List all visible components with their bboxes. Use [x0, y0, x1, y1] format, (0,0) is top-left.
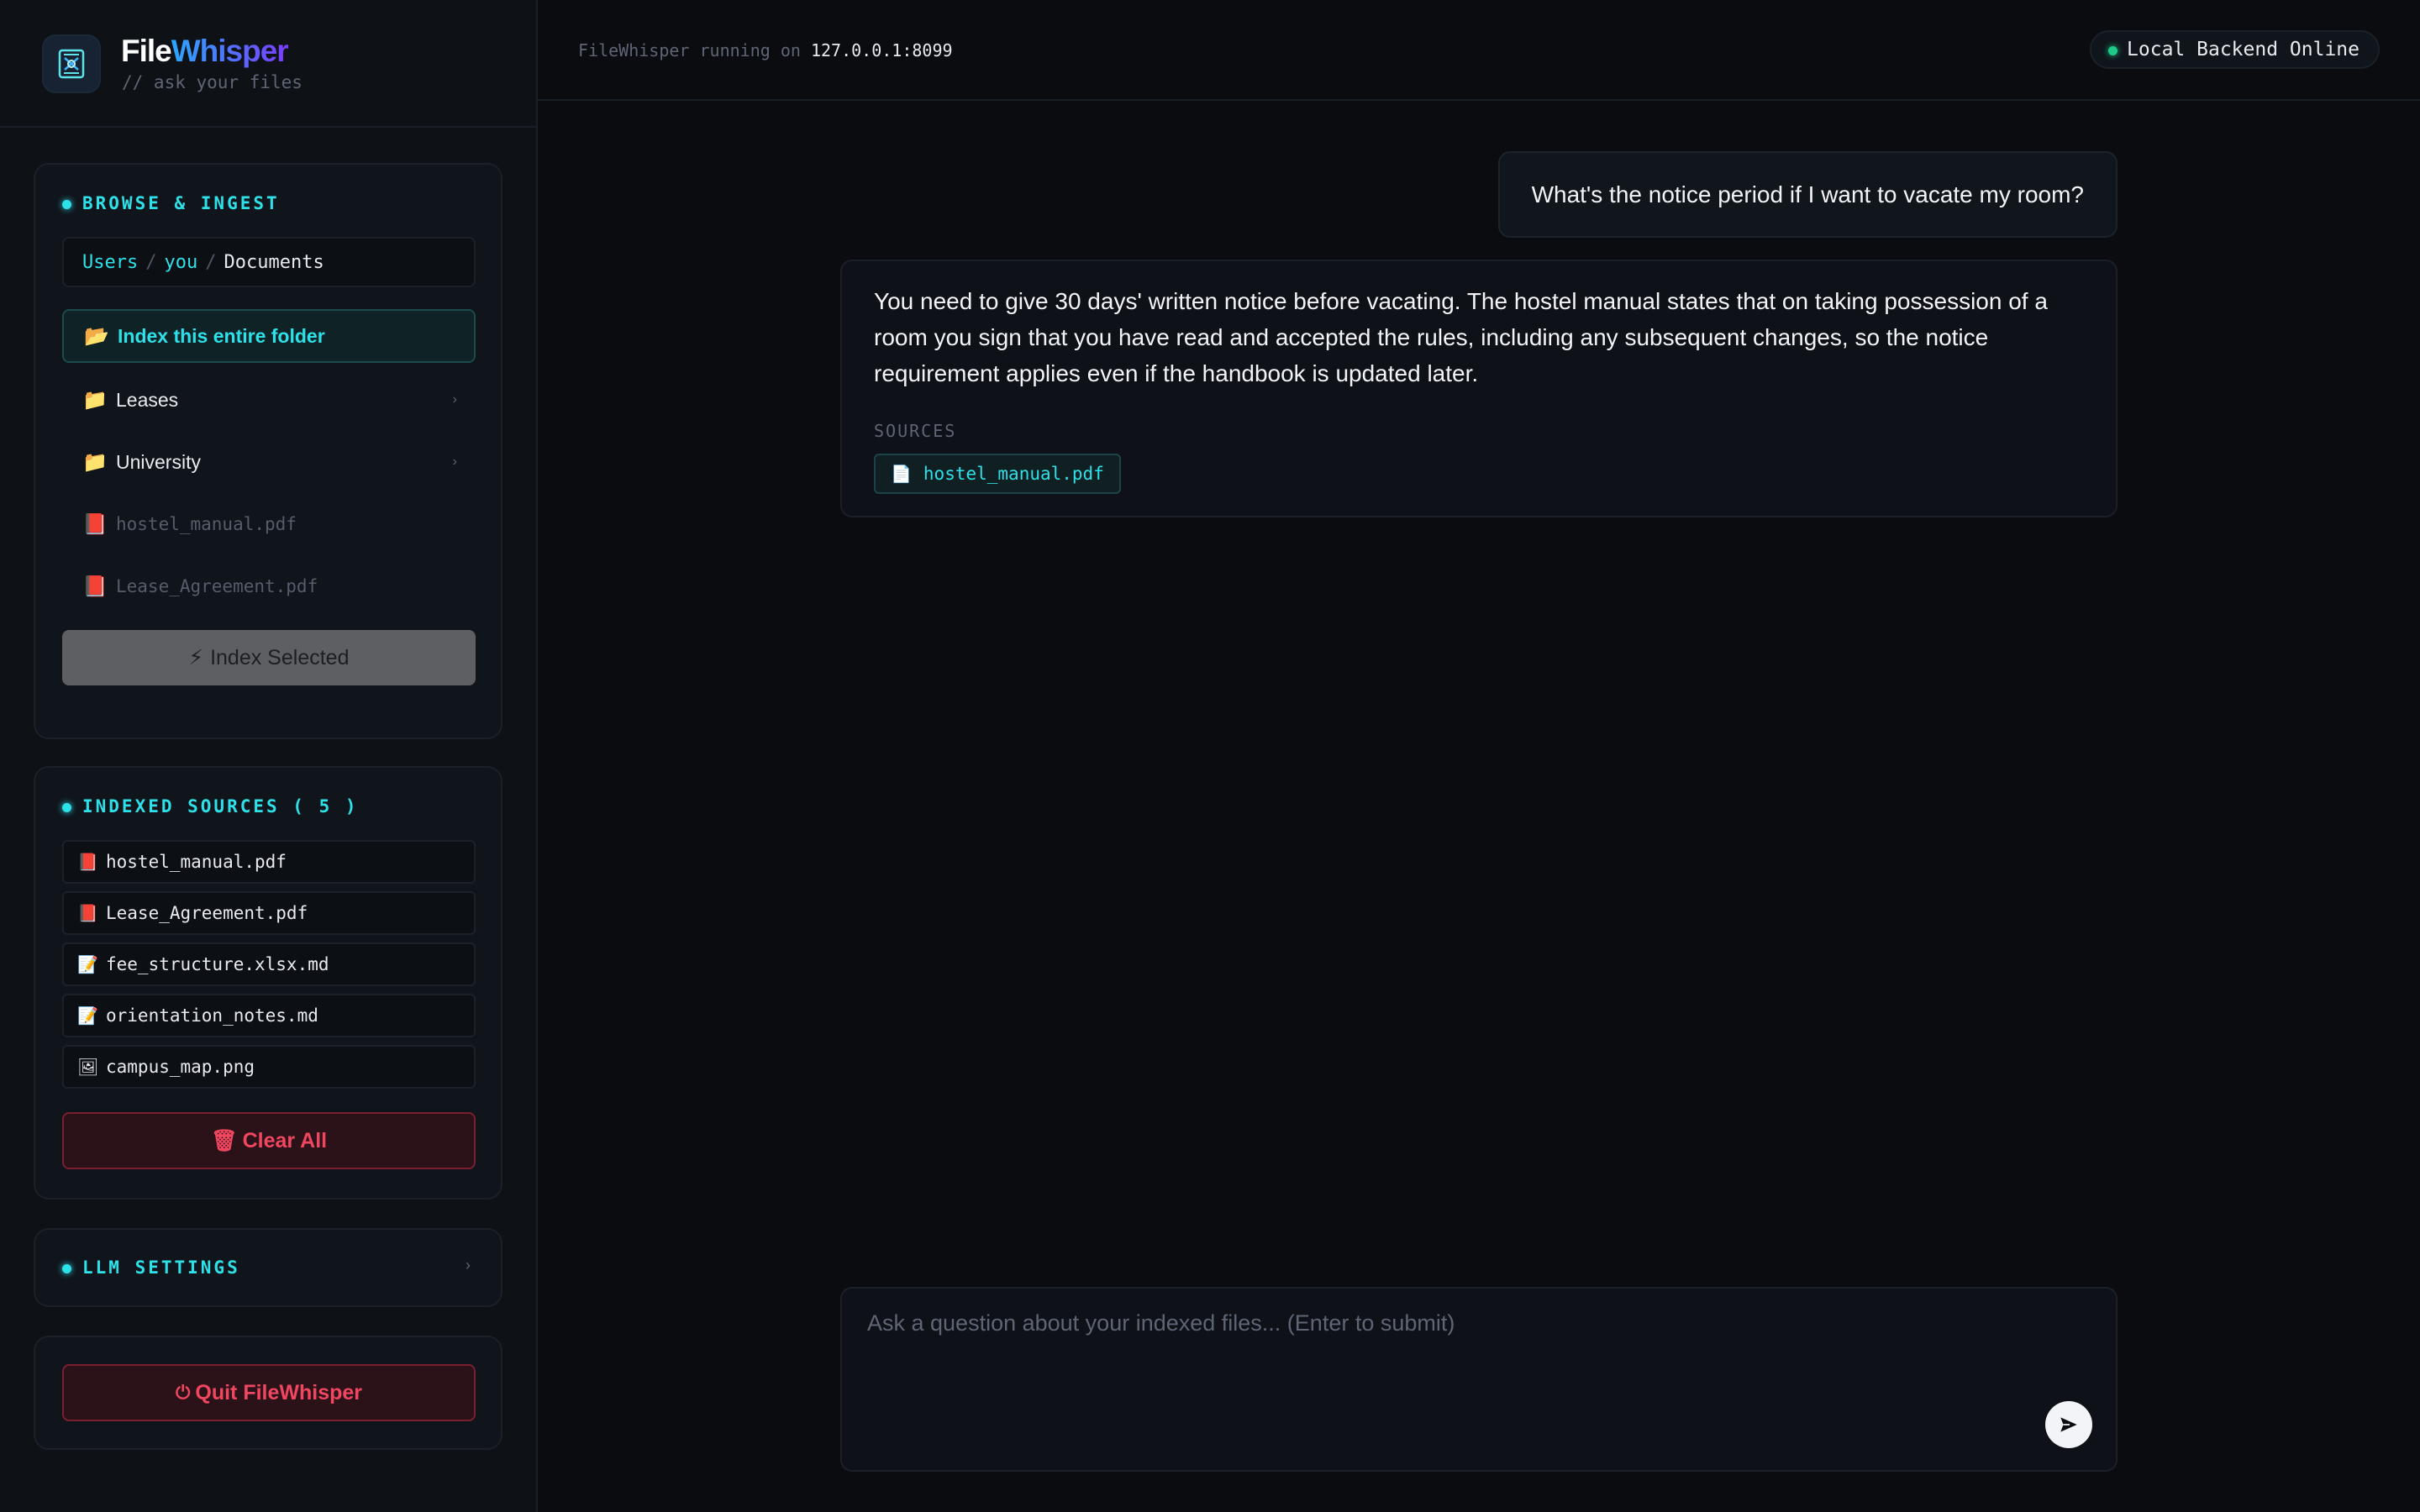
browse-ingest-title: BROWSE & INGEST [82, 193, 280, 213]
chevron-right-icon: › [452, 454, 457, 469]
indexed-sources-panel: INDEXED SOURCES ( 5 ) 📕 hostel_manual.pd… [34, 766, 502, 1200]
composer [840, 1287, 2118, 1472]
breadcrumb: Users / you / Documents [62, 237, 476, 287]
document-icon: 📄 [891, 464, 912, 484]
sources-label: SOURCES [874, 421, 957, 441]
folder-icon: 📁 [82, 388, 108, 412]
file-name: hostel_manual.pdf [116, 514, 297, 534]
pdf-book-icon: 📕 [77, 852, 98, 872]
question-input[interactable] [842, 1289, 2116, 1470]
section-dot-icon [62, 803, 71, 812]
status-dot-icon [2108, 46, 2118, 55]
chevron-right-icon: › [466, 1257, 471, 1273]
folder-name: Leases [116, 388, 179, 411]
user-message-text: What's the notice period if I want to va… [1531, 181, 2084, 207]
open-folder-icon: 📂 [84, 324, 109, 348]
backend-status-badge: Local Backend Online [2090, 30, 2380, 69]
server-info-prefix: FileWhisper running on [578, 40, 801, 60]
index-folder-button[interactable]: 📂 Index this entire folder [62, 309, 476, 363]
breadcrumb-you[interactable]: you [164, 252, 197, 273]
send-button[interactable] [2045, 1401, 2092, 1448]
breadcrumb-separator: / [205, 251, 217, 273]
backend-status-text: Local Backend Online [2127, 39, 2360, 60]
source-name: orientation_notes.md [106, 1005, 318, 1026]
breadcrumb-current: Documents [224, 251, 324, 273]
image-icon: 🖼 [77, 1057, 99, 1077]
pdf-book-icon: 📕 [77, 903, 98, 923]
quit-button[interactable]: ⏻ Quit FileWhisper [62, 1364, 476, 1421]
trash-icon: 🗑 [210, 1128, 238, 1152]
logo-icon [42, 34, 101, 93]
folder-item-university[interactable]: 📁 University › [62, 435, 476, 489]
llm-settings-title: LLM SETTINGS [82, 1257, 240, 1278]
pdf-book-icon: 📕 [82, 575, 108, 598]
file-item-lease-agreement[interactable]: 📕 Lease_Agreement.pdf [62, 559, 476, 613]
source-name: campus_map.png [106, 1057, 255, 1077]
server-info: FileWhisper running on 127.0.0.1:8099 [578, 40, 953, 60]
folder-name: University [116, 450, 201, 473]
app-tagline: // ask your files [122, 72, 302, 92]
source-chip[interactable]: 📄 hostel_manual.pdf [874, 454, 1121, 494]
section-dot-icon [62, 1264, 71, 1273]
section-dot-icon [62, 200, 71, 209]
user-message-bubble: What's the notice period if I want to va… [1497, 151, 2118, 238]
source-name: hostel_manual.pdf [106, 852, 287, 872]
index-selected-label: Index Selected [210, 645, 350, 669]
llm-settings-panel[interactable]: LLM SETTINGS › [34, 1228, 502, 1307]
source-name: Lease_Agreement.pdf [106, 903, 308, 923]
top-bar: FileWhisper running on 127.0.0.1:8099 Lo… [538, 0, 2420, 101]
server-address: 127.0.0.1:8099 [810, 40, 953, 60]
indexed-sources-title: INDEXED SOURCES ( 5 ) [82, 796, 359, 816]
send-icon [2060, 1417, 2077, 1432]
quit-panel: ⏻ Quit FileWhisper [34, 1336, 502, 1450]
indexed-source-item[interactable]: 📕 Lease_Agreement.pdf [62, 891, 476, 935]
assistant-message-text: You need to give 30 days' written notice… [874, 288, 2048, 386]
lightning-icon: ⚡ [188, 646, 204, 669]
source-name: fee_structure.xlsx.md [106, 954, 329, 974]
power-icon: ⏻ [175, 1382, 191, 1403]
sidebar: FileWhisper // ask your files BROWSE & I… [0, 0, 538, 1512]
brand-header: FileWhisper // ask your files [0, 0, 536, 128]
index-folder-label: Index this entire folder [118, 324, 325, 347]
browse-ingest-panel: BROWSE & INGEST Users / you / Documents … [34, 163, 502, 739]
app-name: FileWhisper [121, 34, 289, 68]
pdf-book-icon: 📕 [82, 512, 108, 536]
quit-label: Quit FileWhisper [195, 1380, 363, 1404]
assistant-message-bubble: You need to give 30 days' written notice… [840, 260, 2118, 517]
memo-icon: 📝 [77, 1005, 98, 1026]
source-chip-label: hostel_manual.pdf [923, 464, 1104, 484]
clear-all-button[interactable]: 🗑 Clear All [62, 1112, 476, 1169]
chevron-right-icon: › [452, 392, 457, 407]
index-selected-button[interactable]: ⚡ Index Selected [62, 630, 476, 685]
file-item-hostel-manual[interactable]: 📕 hostel_manual.pdf [62, 497, 476, 551]
breadcrumb-users[interactable]: Users [82, 252, 138, 273]
indexed-source-item[interactable]: 📝 orientation_notes.md [62, 994, 476, 1037]
memo-icon: 📝 [77, 954, 98, 974]
folder-item-leases[interactable]: 📁 Leases › [62, 373, 476, 427]
indexed-source-item[interactable]: 📝 fee_structure.xlsx.md [62, 942, 476, 986]
indexed-source-item[interactable]: 📕 hostel_manual.pdf [62, 840, 476, 884]
clear-all-label: Clear All [242, 1128, 328, 1152]
indexed-source-item[interactable]: 🖼 campus_map.png [62, 1045, 476, 1089]
breadcrumb-separator: / [145, 251, 157, 273]
folder-icon: 📁 [82, 450, 108, 474]
file-name: Lease_Agreement.pdf [116, 576, 318, 596]
